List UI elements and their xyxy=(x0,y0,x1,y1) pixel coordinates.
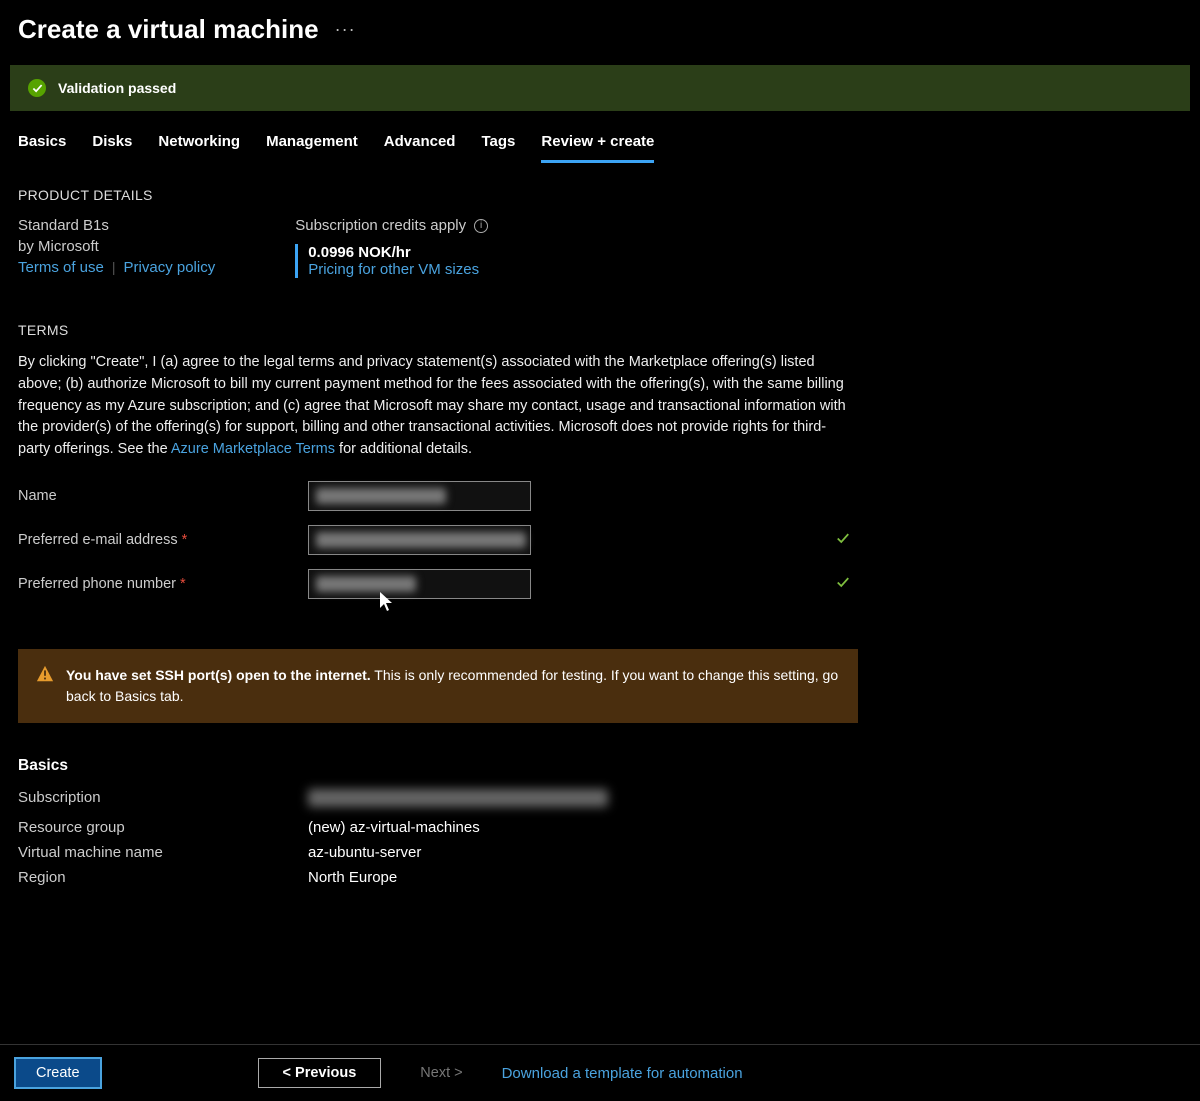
subscription-label: Subscription xyxy=(18,789,308,811)
basics-header: Basics xyxy=(18,757,1182,775)
tab-tags[interactable]: Tags xyxy=(481,133,515,163)
create-button[interactable]: Create xyxy=(14,1057,102,1089)
download-template-link[interactable]: Download a template for automation xyxy=(502,1065,743,1082)
pricing-link[interactable]: Pricing for other VM sizes xyxy=(308,261,488,278)
tab-management[interactable]: Management xyxy=(266,133,358,163)
subscription-value xyxy=(308,789,1182,811)
tab-basics[interactable]: Basics xyxy=(18,133,66,163)
terms-of-use-link[interactable]: Terms of use xyxy=(18,259,104,276)
ssh-warning-banner: You have set SSH port(s) open to the int… xyxy=(18,649,858,723)
check-icon xyxy=(836,531,850,548)
credits-label: Subscription credits apply xyxy=(295,217,466,234)
page-title: Create a virtual machine xyxy=(18,14,319,45)
privacy-policy-link[interactable]: Privacy policy xyxy=(124,259,216,276)
terms-section: TERMS By clicking "Create", I (a) agree … xyxy=(18,322,1182,599)
footer: Create < Previous Next > Download a temp… xyxy=(0,1044,1200,1101)
basics-summary-section: Basics Subscription Resource group (new)… xyxy=(18,757,1182,886)
tab-review-create[interactable]: Review + create xyxy=(541,133,654,163)
check-icon xyxy=(836,575,850,592)
check-icon xyxy=(28,79,46,97)
region-value: North Europe xyxy=(308,869,1182,886)
terms-header: TERMS xyxy=(18,322,1182,338)
product-name: Standard B1s xyxy=(18,217,215,234)
next-button: Next > xyxy=(399,1058,483,1088)
terms-text-suffix: for additional details. xyxy=(335,441,472,457)
tabs: Basics Disks Networking Management Advan… xyxy=(0,111,1200,163)
email-label: Preferred e-mail address xyxy=(18,532,178,548)
region-label: Region xyxy=(18,869,308,886)
warning-icon xyxy=(36,665,54,707)
phone-label: Preferred phone number xyxy=(18,576,176,592)
previous-button[interactable]: < Previous xyxy=(258,1058,382,1088)
resource-group-value: (new) az-virtual-machines xyxy=(308,819,1182,836)
more-icon[interactable]: ··· xyxy=(335,19,356,40)
terms-body: By clicking "Create", I (a) agree to the… xyxy=(18,352,848,461)
price-value: 0.0996 NOK/hr xyxy=(308,244,488,261)
required-mark: * xyxy=(182,532,188,548)
vm-name-value: az-ubuntu-server xyxy=(308,844,1182,861)
validation-text: Validation passed xyxy=(58,80,176,96)
info-icon[interactable]: i xyxy=(474,219,488,233)
product-vendor: by Microsoft xyxy=(18,238,215,255)
tab-advanced[interactable]: Advanced xyxy=(384,133,456,163)
validation-banner: Validation passed xyxy=(10,65,1190,111)
product-details-header: PRODUCT DETAILS xyxy=(18,187,1182,203)
product-details-section: PRODUCT DETAILS Standard B1s by Microsof… xyxy=(18,187,1182,278)
required-mark: * xyxy=(180,576,186,592)
azure-marketplace-terms-link[interactable]: Azure Marketplace Terms xyxy=(171,441,335,457)
tab-networking[interactable]: Networking xyxy=(158,133,240,163)
resource-group-label: Resource group xyxy=(18,819,308,836)
vm-name-label: Virtual machine name xyxy=(18,844,308,861)
page-header: Create a virtual machine ··· xyxy=(0,0,1200,55)
name-label: Name xyxy=(18,488,308,504)
tab-disks[interactable]: Disks xyxy=(92,133,132,163)
warning-bold-text: You have set SSH port(s) open to the int… xyxy=(66,667,371,683)
